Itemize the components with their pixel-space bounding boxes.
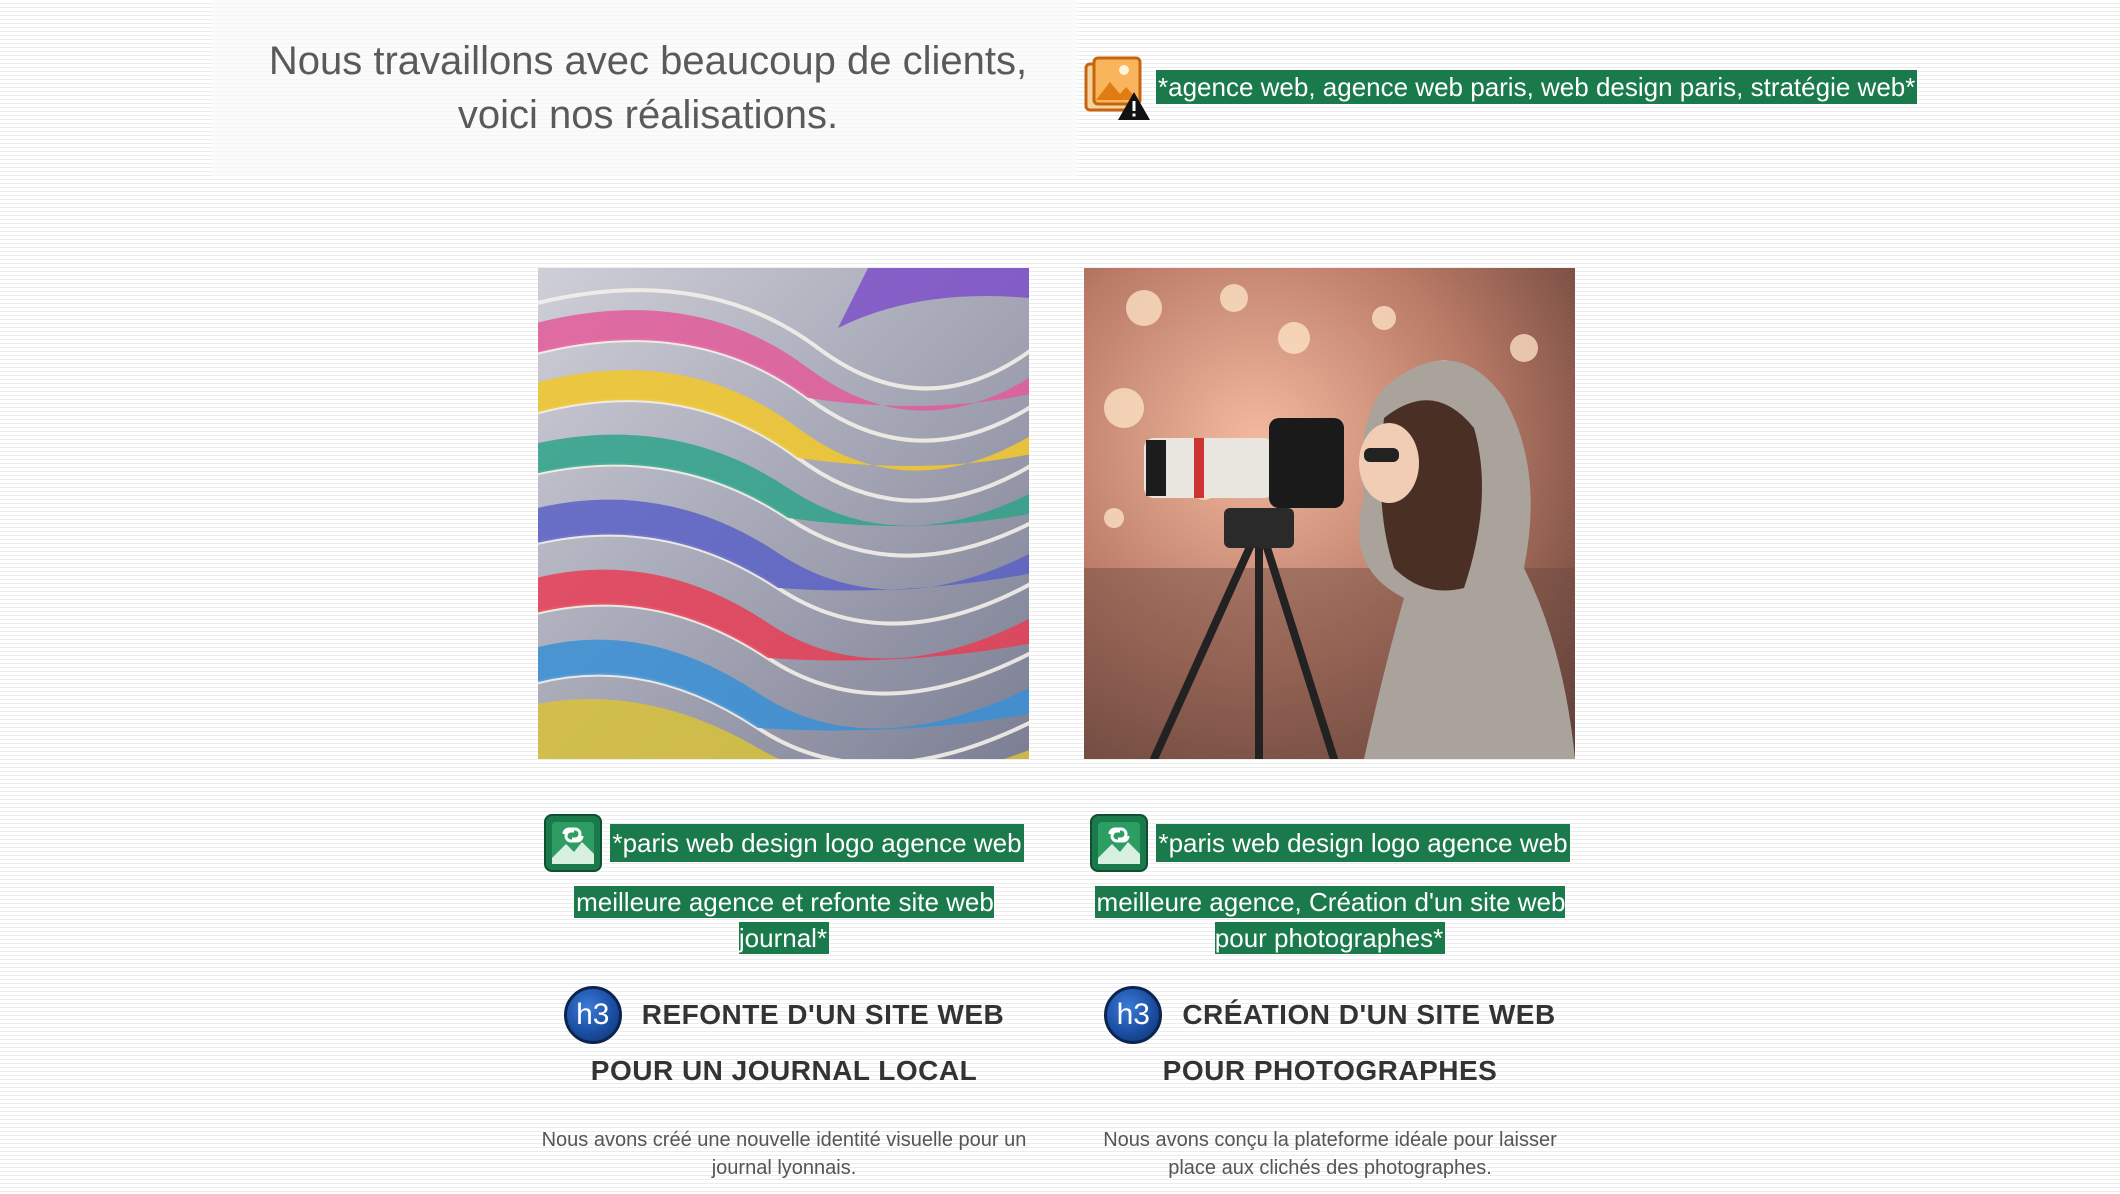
linked-image-icon: [544, 814, 603, 872]
project-card-journal: *paris web design logo agence web meille…: [538, 268, 1030, 1182]
linked-image-icon: [1090, 814, 1149, 872]
project-image-magazines[interactable]: [538, 268, 1029, 759]
project-alt-text-rest: meilleure agence, Création d'un site web…: [1094, 886, 1566, 954]
project-card-photographers: *paris web design logo agence web meille…: [1084, 268, 1576, 1182]
project-title: h3 REFONTE D'UN SITE WEB POUR UN JOURNAL…: [538, 986, 1030, 1098]
project-title-line1: REFONTE D'UN SITE WEB: [641, 999, 1005, 1030]
project-description: Nous avons conçu la plateforme idéale po…: [1103, 1129, 1557, 1179]
header-image: *agence web, agence web paris, web desig…: [1084, 56, 1918, 126]
header-image-alt-text: *agence web, agence web paris, web desig…: [1156, 70, 1918, 104]
project-alt-text-line1: *paris web design logo agence web: [610, 824, 1024, 862]
project-link-alt[interactable]: *paris web design logo agence web meille…: [1084, 814, 1576, 956]
h3-badge-icon: h3: [1104, 986, 1163, 1044]
project-alt-text-line1: *paris web design logo agence web: [1156, 824, 1570, 862]
project-title: h3 CRÉATION D'UN SITE WEB POUR PHOTOGRAP…: [1084, 986, 1576, 1098]
broken-image-icon: [1084, 56, 1150, 122]
project-image-photographer[interactable]: [1084, 268, 1575, 759]
project-title-line1: CRÉATION D'UN SITE WEB: [1182, 999, 1556, 1030]
project-alt-text-rest: meilleure agence et refonte site web jou…: [574, 886, 994, 954]
project-title-line2: POUR PHOTOGRAPHES: [1162, 1055, 1498, 1086]
project-title-line2: POUR UN JOURNAL LOCAL: [590, 1055, 978, 1086]
intro-heading: Nous travaillons avec beaucoup de client…: [268, 39, 1028, 137]
h3-badge-icon: h3: [563, 986, 622, 1044]
project-link-alt[interactable]: *paris web design logo agence web meille…: [538, 814, 1030, 956]
project-description: Nous avons créé une nouvelle identité vi…: [541, 1129, 1027, 1179]
